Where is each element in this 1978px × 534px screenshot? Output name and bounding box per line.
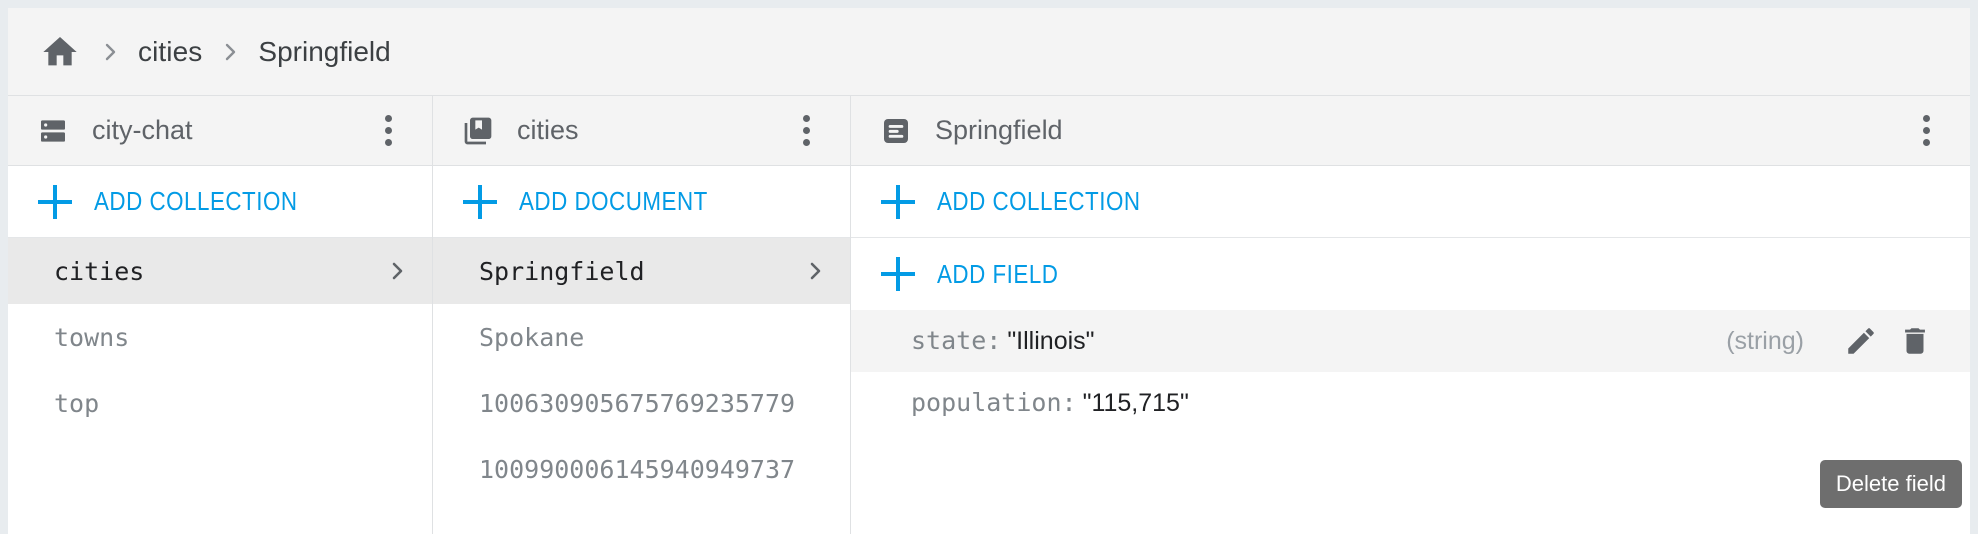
panel-database-header: city-chat [8, 96, 432, 166]
add-collection-button-document[interactable]: ADD COLLECTION [851, 166, 1970, 238]
document-id: 100630905675769235779 [479, 388, 796, 418]
collection-list-item-cities[interactable]: cities [8, 238, 432, 304]
document-id: 100990006145940949737 [479, 454, 796, 484]
breadcrumb-item-cities[interactable]: cities [138, 36, 202, 68]
collections-bookmark-icon [461, 114, 495, 148]
document-list-item-spokane[interactable]: Spokane [433, 304, 850, 370]
collection-list-item-top[interactable]: top [8, 370, 432, 436]
delete-field-tooltip: Delete field [1819, 460, 1962, 508]
document-list-item-3[interactable]: 100630905675769235779 [433, 370, 850, 436]
field-type-badge: (string) [1726, 326, 1804, 355]
add-collection-label: ADD COLLECTION [94, 186, 298, 216]
panel-collection-title: cities [517, 115, 579, 145]
plus-icon [463, 184, 497, 219]
trash-icon[interactable] [1894, 320, 1936, 362]
breadcrumb-separator-1 [98, 40, 122, 64]
breadcrumb-item-springfield[interactable]: Springfield [258, 36, 390, 68]
breadcrumb: cities Springfield [8, 8, 1970, 96]
home-icon[interactable] [38, 30, 82, 74]
collection-name: top [54, 388, 100, 418]
panel-collection-header: cities [433, 96, 850, 166]
breadcrumb-separator-2 [218, 40, 242, 64]
pencil-icon[interactable] [1840, 320, 1882, 362]
more-vert-icon-database[interactable] [366, 109, 410, 153]
panel-database-title: city-chat [92, 115, 193, 145]
field-row-population[interactable]: population: "115,715" [851, 372, 1970, 434]
field-row-state[interactable]: state: "Illinois" (string) [851, 310, 1970, 372]
firestore-data-browser: cities Springfield city-chat ADD COLLECT… [0, 0, 1978, 534]
plus-icon [881, 184, 915, 219]
field-content: population: "115,715" [911, 388, 1912, 418]
document-id: Spokane [479, 322, 585, 352]
add-document-button[interactable]: ADD DOCUMENT [433, 166, 850, 238]
panel-collection: cities ADD DOCUMENT Springfield Spokane [433, 96, 851, 534]
add-document-label: ADD DOCUMENT [519, 186, 708, 216]
chevron-right-icon [802, 258, 828, 284]
more-vert-icon-document[interactable] [1904, 109, 1948, 153]
add-collection-button-database[interactable]: ADD COLLECTION [8, 166, 432, 238]
document-id: Springfield [479, 256, 645, 286]
field-content: state: "Illinois" [911, 326, 1726, 356]
collection-name: cities [54, 256, 145, 286]
add-field-button[interactable]: ADD FIELD [851, 238, 1970, 310]
more-vert-icon-collection[interactable] [784, 109, 828, 153]
database-icon [36, 114, 70, 148]
field-key: population: [911, 388, 1077, 417]
field-key: state: [911, 326, 1002, 355]
add-collection-label: ADD COLLECTION [937, 186, 1141, 216]
document-list-item-4[interactable]: 100990006145940949737 [433, 436, 850, 502]
field-value: "Illinois" [1007, 327, 1095, 355]
panel-document-title: Springfield [935, 115, 1063, 145]
collection-list-item-towns[interactable]: towns [8, 304, 432, 370]
add-field-label: ADD FIELD [937, 258, 1059, 289]
panel-document-header: Springfield [851, 96, 1970, 166]
panel-database: city-chat ADD COLLECTION cities towns to… [8, 96, 433, 534]
plus-icon [881, 257, 915, 291]
document-icon [879, 114, 913, 148]
chevron-right-icon [384, 258, 410, 284]
panel-document: Springfield ADD COLLECTION ADD FIELD sta… [851, 96, 1970, 534]
field-value: "115,715" [1082, 389, 1189, 417]
panel-container: city-chat ADD COLLECTION cities towns to… [8, 96, 1970, 534]
document-list-item-springfield[interactable]: Springfield [433, 238, 850, 304]
collection-name: towns [54, 322, 130, 352]
plus-icon [38, 184, 72, 219]
